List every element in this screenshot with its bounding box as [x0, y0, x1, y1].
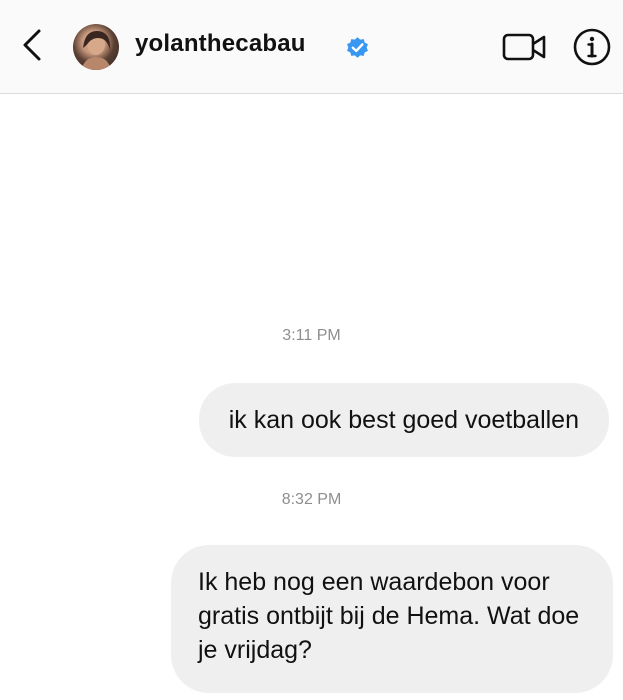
video-call-button[interactable] — [502, 31, 548, 63]
message-timestamp: 8:32 PM — [281, 491, 342, 508]
verified-badge-icon — [347, 37, 368, 58]
info-button[interactable] — [572, 27, 612, 67]
video-camera-icon — [502, 33, 546, 61]
message-timestamp: 3:11 PM — [282, 327, 341, 344]
message-bubble[interactable]: ik kan ook best goed voetballen — [198, 383, 609, 457]
back-button[interactable] — [14, 24, 50, 66]
message-text: Ik heb nog een waardebon voor gratis ont… — [198, 568, 580, 664]
chat-header: yolanthecabau — [0, 0, 623, 94]
avatar-image — [81, 30, 111, 70]
message-text: ik kan ook best goed voetballen — [228, 406, 579, 434]
dm-thread-screen: yolanthecabau 3:11 PM ik kan ook best go… — [0, 0, 623, 700]
message-bubble[interactable]: Ik heb nog een waardebon voor gratis ont… — [171, 545, 613, 693]
chevron-left-icon — [23, 29, 41, 61]
info-icon — [573, 28, 611, 66]
chat-username[interactable]: yolanthecabau — [135, 30, 306, 58]
avatar[interactable] — [73, 24, 119, 70]
